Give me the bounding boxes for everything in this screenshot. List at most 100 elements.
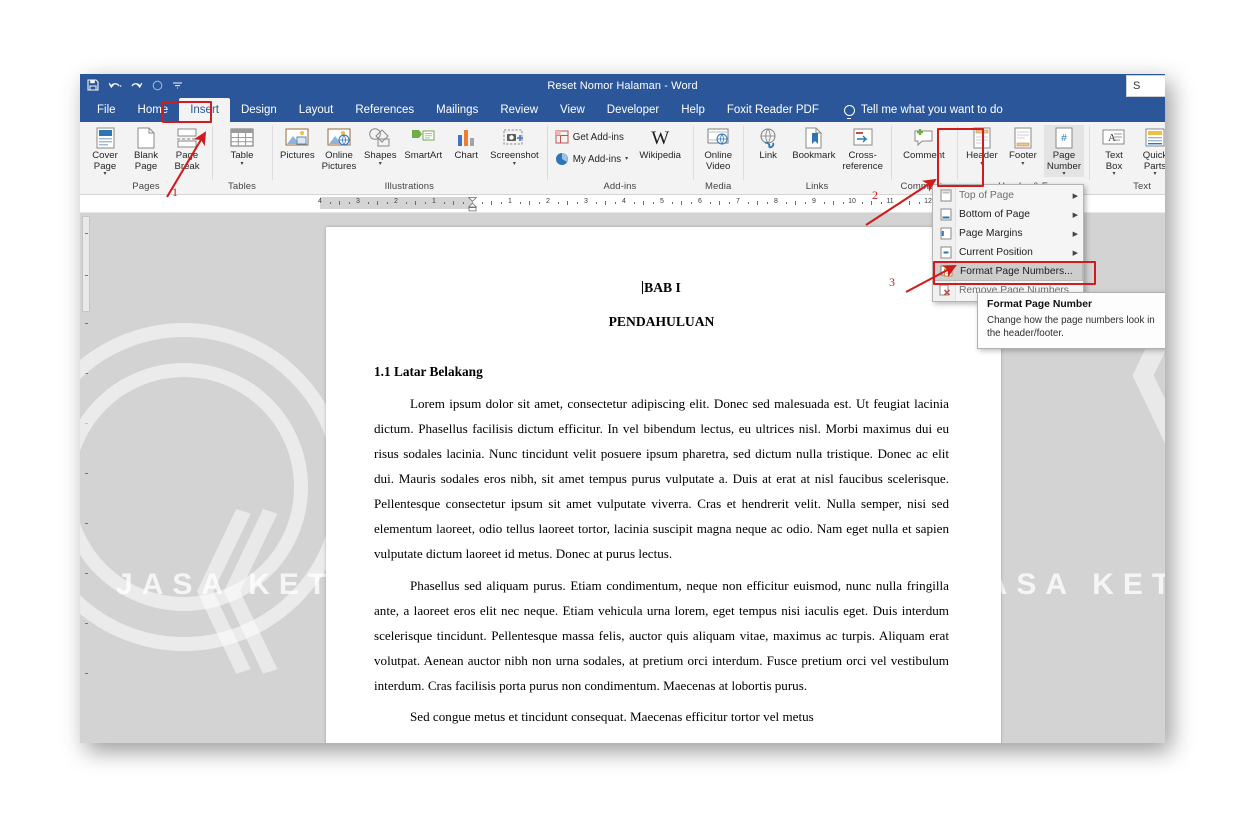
chevron-down-icon[interactable]: ▾ <box>240 161 243 167</box>
ruler-tick: 4 <box>318 198 322 205</box>
cover-page-label: Cover Page <box>92 150 118 172</box>
menu-item-bottom-of-page[interactable]: Bottom of Page ▶ <box>933 205 1083 224</box>
online-pictures-label: Online Pictures <box>321 150 357 172</box>
chevron-down-icon[interactable]: ▾ <box>513 161 516 167</box>
ruler-minor-mark <box>567 201 568 205</box>
footer-icon <box>1014 127 1032 149</box>
comment-button[interactable]: Comment <box>896 125 952 162</box>
tab-review[interactable]: Review <box>489 98 549 122</box>
ruler-minor-mark <box>491 201 492 205</box>
tell-me-search[interactable]: Tell me what you want to do <box>830 98 1003 122</box>
tooltip: Format Page Number Change how the page n… <box>977 292 1165 350</box>
menu-item-page-margins[interactable]: Page Margins ▶ <box>933 224 1083 243</box>
tab-file[interactable]: File <box>86 98 127 122</box>
customize-quick-access-icon[interactable] <box>172 80 183 92</box>
page-number-button[interactable]: # Page Number ▾ <box>1043 125 1085 178</box>
chevron-down-icon[interactable]: ▾ <box>103 171 106 177</box>
screenshot-button[interactable]: Screenshot ▾ <box>487 125 542 167</box>
shapes-icon <box>368 127 392 149</box>
text-box-button[interactable]: A Text Box ▾ <box>1094 125 1134 177</box>
tab-design[interactable]: Design <box>230 98 288 122</box>
chart-label: Chart <box>454 150 478 161</box>
chevron-down-icon[interactable]: ▾ <box>1021 161 1024 167</box>
chevron-down-icon[interactable]: ▾ <box>1062 171 1065 177</box>
link-button[interactable]: Link <box>748 125 788 162</box>
my-addins-button[interactable]: My Add-ins ▾ <box>552 151 631 167</box>
document-paragraph: Lorem ipsum dolor sit amet, consectetur … <box>374 395 949 562</box>
chevron-right-icon: ▶ <box>1072 249 1078 257</box>
quick-parts-button[interactable]: Quick Parts ▾ <box>1135 125 1165 177</box>
ruler-minor-mark <box>576 202 578 204</box>
tab-developer[interactable]: Developer <box>596 98 670 122</box>
top-of-page-icon <box>936 189 955 202</box>
redo-icon[interactable] <box>131 80 143 93</box>
menu-item-label: Top of Page <box>959 190 1014 201</box>
page-break-button[interactable]: Page Break <box>167 125 207 172</box>
chart-button[interactable]: Chart <box>446 125 486 162</box>
menu-item-format-page-numbers[interactable]: Format Page Numbers... <box>933 262 1083 281</box>
tab-mailings[interactable]: Mailings <box>425 98 489 122</box>
word-window: Reset Nomor Halaman - Word S File Home I… <box>80 74 1165 743</box>
get-addins-button[interactable]: Get Add-ins <box>552 129 631 145</box>
svg-text:#: # <box>1061 133 1067 144</box>
online-pictures-button[interactable]: Online Pictures <box>319 125 360 172</box>
document-page[interactable]: BAB I PENDAHULUAN 1.1 Latar Belakang Lor… <box>326 227 1001 743</box>
ruler-tick: 7 <box>736 198 740 205</box>
tab-view[interactable]: View <box>549 98 596 122</box>
online-video-button[interactable]: Online Video <box>698 125 738 172</box>
tab-insert[interactable]: Insert <box>179 98 230 122</box>
bookmark-button[interactable]: Bookmark <box>789 125 838 162</box>
smartart-button[interactable]: SmartArt <box>401 125 445 162</box>
tab-home[interactable]: Home <box>127 98 180 122</box>
tab-foxit-reader-pdf[interactable]: Foxit Reader PDF <box>716 98 830 122</box>
ruler-tick: 3 <box>584 198 588 205</box>
ruler-minor-mark <box>605 201 606 205</box>
document-paragraph: Sed congue metus et tincidunt consequat.… <box>410 709 814 725</box>
tab-help[interactable]: Help <box>670 98 716 122</box>
ruler-minor-mark <box>377 201 378 205</box>
save-icon[interactable] <box>87 79 99 93</box>
header-button[interactable]: Header ▾ <box>962 125 1002 167</box>
chevron-down-icon[interactable]: ▾ <box>625 156 628 162</box>
cross-reference-button[interactable]: Cross- reference <box>839 125 886 172</box>
page-number-icon: # <box>1055 127 1073 149</box>
cross-reference-icon <box>852 127 874 149</box>
chevron-down-icon[interactable]: ▾ <box>379 161 382 167</box>
chevron-down-icon[interactable]: ▾ <box>1113 171 1116 177</box>
indent-marker[interactable] <box>467 197 477 212</box>
ribbon-group-illustrations: Pictures Online Pictures Shapes ▾ SmartA… <box>272 122 547 194</box>
vertical-ruler <box>81 213 92 743</box>
chevron-down-icon[interactable]: ▾ <box>1154 171 1157 177</box>
chevron-down-icon[interactable]: ▾ <box>980 161 983 167</box>
menu-item-top-of-page[interactable]: Top of Page ▶ <box>933 186 1083 205</box>
footer-button[interactable]: Footer ▾ <box>1003 125 1043 167</box>
tab-layout[interactable]: Layout <box>288 98 345 122</box>
group-label-text: Text <box>1133 181 1151 192</box>
menu-item-current-position[interactable]: Current Position ▶ <box>933 243 1083 262</box>
ruler-minor-mark <box>405 202 407 204</box>
tab-references[interactable]: References <box>344 98 425 122</box>
window-control-button[interactable]: S <box>1126 75 1165 97</box>
ruler-minor-mark <box>804 202 806 204</box>
cover-page-button[interactable]: Cover Page ▾ <box>85 125 125 177</box>
ruler-minor-mark <box>415 201 416 205</box>
page-number-dropdown-menu[interactable]: Top of Page ▶ Bottom of Page ▶ Page Marg… <box>932 184 1084 302</box>
group-label-illustrations: Illustrations <box>384 181 435 192</box>
undo-icon[interactable] <box>108 80 122 93</box>
ruler-tick: 6 <box>698 198 702 205</box>
document-paragraph: Phasellus sed aliquam purus. Etiam condi… <box>374 577 949 694</box>
ruler-minor-mark <box>557 202 559 204</box>
my-addins-icon <box>555 152 569 166</box>
comment-icon <box>912 127 936 149</box>
wikipedia-button[interactable]: W Wikipedia <box>632 125 688 167</box>
ruler-scale[interactable]: 4 3 2 1 1 2 3 4 5 6 7 8 9 10 11 12 <box>318 197 949 212</box>
circle-icon[interactable] <box>152 80 163 93</box>
blank-page-button[interactable]: Blank Page <box>126 125 166 172</box>
ruler-minor-mark <box>453 201 454 205</box>
pictures-button[interactable]: Pictures <box>277 125 318 162</box>
title-bar: Reset Nomor Halaman - Word S <box>80 74 1165 98</box>
table-button[interactable]: Table ▾ <box>217 125 267 167</box>
current-position-icon <box>936 246 955 259</box>
ruler-minor-mark <box>823 202 825 204</box>
shapes-button[interactable]: Shapes ▾ <box>360 125 400 167</box>
